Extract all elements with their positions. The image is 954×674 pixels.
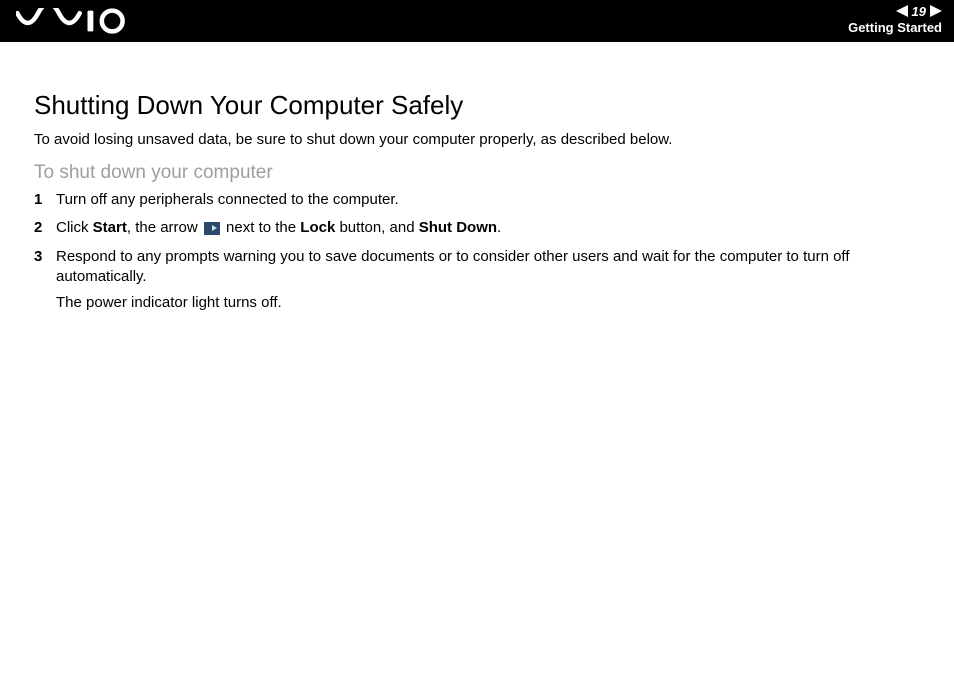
prev-page-icon[interactable] [896,5,908,17]
step-text: Respond to any prompts warning you to sa… [56,247,926,314]
list-item: 2 Click Start, the arrow next to the Loc… [34,218,926,238]
page-number: 19 [912,4,926,19]
header-bar: 19 n Getting Started [0,0,954,42]
step-text: Click Start, the arrow next to the Lock … [56,218,926,238]
next-page-icon[interactable] [930,5,942,17]
section-title: Getting Started [848,20,942,35]
page-title: Shutting Down Your Computer Safely [34,90,926,121]
list-item: 3 Respond to any prompts warning you to … [34,247,926,314]
header-nav: 19 n Getting Started [848,2,942,35]
list-item: 1 Turn off any peripherals connected to … [34,190,926,210]
page-content: Shutting Down Your Computer Safely To av… [0,42,954,313]
step-text: Turn off any peripherals connected to th… [56,190,926,210]
arrow-button-icon [204,222,220,235]
subheading: To shut down your computer [34,162,926,184]
step-number: 2 [34,218,56,238]
steps-list: 1 Turn off any peripherals connected to … [34,190,926,313]
vaio-logo [16,6,133,36]
step-number: 1 [34,190,56,210]
step-number: 3 [34,247,56,314]
intro-text: To avoid losing unsaved data, be sure to… [34,131,926,148]
